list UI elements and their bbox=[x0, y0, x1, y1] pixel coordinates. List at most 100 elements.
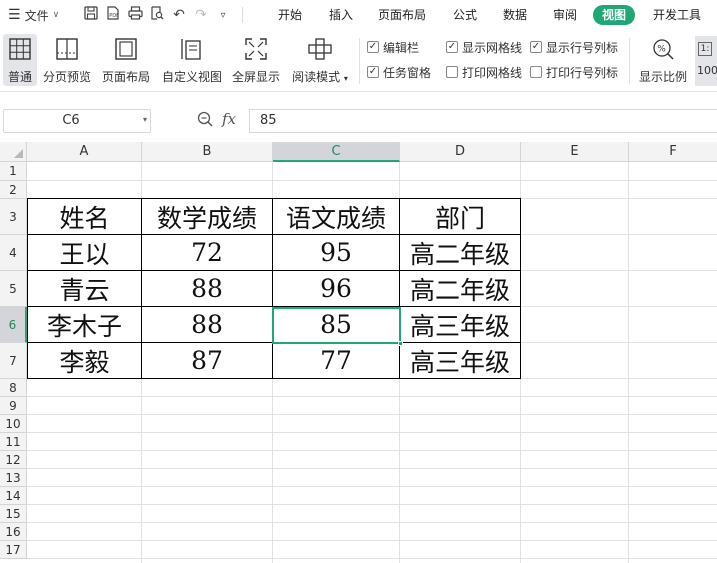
row-header-selected[interactable]: 6 bbox=[0, 307, 27, 343]
gridline bbox=[27, 180, 717, 181]
gridline bbox=[27, 468, 717, 469]
hamburger-icon: ☰ bbox=[8, 7, 21, 23]
row-header[interactable]: 5 bbox=[0, 271, 27, 307]
gridline bbox=[27, 414, 717, 415]
show-headings-checkbox[interactable]: ✓ 显示行号列标 bbox=[530, 39, 618, 55]
row-header[interactable]: 9 bbox=[0, 397, 27, 415]
row-header[interactable]: 4 bbox=[0, 235, 27, 271]
chevron-down-icon[interactable]: ▾ bbox=[143, 115, 147, 124]
export-pdf-icon[interactable]: PDF bbox=[102, 6, 124, 24]
table-cell[interactable]: 高三年级 bbox=[400, 307, 521, 343]
row-header[interactable]: 7 bbox=[0, 343, 27, 379]
column-header[interactable]: D bbox=[400, 142, 521, 162]
row-header[interactable]: 10 bbox=[0, 415, 27, 433]
tab-data[interactable]: 数据 bbox=[503, 6, 527, 24]
tab-start[interactable]: 开始 bbox=[278, 6, 302, 24]
zoom-ratio-button[interactable]: % 显示比例 bbox=[637, 34, 689, 86]
fullscreen-button[interactable]: 全屏显示 bbox=[231, 34, 281, 86]
divider bbox=[242, 7, 243, 23]
print-gridlines-checkbox[interactable]: 打印网格线 bbox=[446, 64, 522, 80]
table-cell[interactable]: 87 bbox=[142, 343, 273, 379]
table-header-cell[interactable]: 语文成绩 bbox=[273, 198, 400, 235]
name-box[interactable]: C6 ▾ bbox=[3, 109, 151, 133]
column-header-selected[interactable]: C bbox=[273, 142, 400, 162]
tab-formulas[interactable]: 公式 bbox=[453, 6, 477, 24]
tab-view[interactable]: 视图 bbox=[593, 5, 636, 25]
select-all-corner[interactable] bbox=[0, 142, 27, 162]
column-header[interactable]: B bbox=[142, 142, 273, 162]
table-header-cell[interactable]: 数学成绩 bbox=[142, 198, 273, 235]
table-cell[interactable]: 72 bbox=[142, 235, 273, 271]
zoom-icon[interactable] bbox=[197, 111, 213, 131]
file-menu[interactable]: ☰ 文件 ∨ bbox=[0, 0, 80, 30]
table-cell[interactable]: 高二年级 bbox=[400, 271, 521, 307]
save-icon[interactable] bbox=[80, 6, 102, 24]
table-cell[interactable]: 77 bbox=[273, 343, 400, 379]
row-header[interactable]: 14 bbox=[0, 487, 27, 505]
page-break-preview-button[interactable]: 分页预览 bbox=[42, 34, 92, 86]
task-pane-checkbox[interactable]: ✓ 任务窗格 bbox=[367, 64, 431, 80]
row-header[interactable]: 17 bbox=[0, 541, 27, 559]
print-preview-icon[interactable] bbox=[146, 6, 168, 24]
normal-view-button[interactable]: 普通 bbox=[3, 34, 37, 86]
checkbox-unchecked-icon bbox=[530, 66, 542, 78]
row-header[interactable]: 8 bbox=[0, 379, 27, 397]
gridline bbox=[27, 522, 717, 523]
table-cell[interactable]: 王以 bbox=[27, 235, 142, 271]
print-headings-checkbox[interactable]: 打印行号列标 bbox=[530, 64, 618, 80]
tab-review[interactable]: 审阅 bbox=[553, 6, 577, 24]
column-header[interactable]: E bbox=[521, 142, 629, 162]
print-icon[interactable] bbox=[124, 6, 146, 24]
table-cell[interactable]: 96 bbox=[273, 271, 400, 307]
show-gridlines-checkbox[interactable]: ✓ 显示网格线 bbox=[446, 39, 522, 55]
page-layout-button[interactable]: 页面布局 bbox=[100, 34, 152, 86]
table-cell[interactable]: 高二年级 bbox=[400, 235, 521, 271]
page-layout-label: 页面布局 bbox=[101, 70, 150, 84]
reading-mode-icon bbox=[307, 36, 333, 62]
row-header[interactable]: 3 bbox=[0, 199, 27, 235]
tab-developer-tools[interactable]: 开发工具 bbox=[653, 6, 701, 24]
table-cell[interactable]: 李毅 bbox=[27, 343, 142, 379]
row-header[interactable]: 12 bbox=[0, 451, 27, 469]
insert-function-icon[interactable]: fx bbox=[222, 110, 236, 128]
zoom-percent-icon: % bbox=[650, 36, 676, 62]
checkbox-checked-icon: ✓ bbox=[367, 66, 379, 78]
gridline bbox=[27, 558, 717, 559]
table-cell[interactable]: 88 bbox=[142, 307, 273, 343]
custom-view-button[interactable]: 自定义视图 bbox=[160, 34, 224, 86]
zoom-ratio-label: 显示比例 bbox=[638, 70, 687, 84]
customize-quick-access-icon[interactable]: ▿ bbox=[212, 10, 234, 21]
table-cell[interactable]: 高三年级 bbox=[400, 343, 521, 379]
row-header[interactable]: 11 bbox=[0, 433, 27, 451]
table-header-cell[interactable]: 姓名 bbox=[27, 198, 142, 235]
quick-access-toolbar: PDF ↶ ↷ ▿ bbox=[80, 0, 234, 30]
custom-view-label: 自定义视图 bbox=[161, 70, 222, 84]
fullscreen-label: 全屏显示 bbox=[231, 70, 280, 84]
row-header[interactable]: 15 bbox=[0, 505, 27, 523]
table-cell[interactable]: 95 bbox=[273, 235, 400, 271]
reading-mode-button[interactable]: 阅读模式 ▾ bbox=[290, 34, 350, 86]
zoom-100-button[interactable]: 1: 100 bbox=[695, 36, 717, 86]
column-header[interactable]: A bbox=[27, 142, 142, 162]
table-cell[interactable]: 88 bbox=[142, 271, 273, 307]
row-header[interactable]: 2 bbox=[0, 181, 27, 199]
row-header[interactable]: 13 bbox=[0, 469, 27, 487]
tab-insert[interactable]: 插入 bbox=[329, 6, 353, 24]
table-header-cell[interactable]: 部门 bbox=[400, 198, 521, 235]
tab-page-layout[interactable]: 页面布局 bbox=[378, 6, 426, 24]
normal-view-label: 普通 bbox=[7, 70, 32, 84]
page-break-preview-icon bbox=[54, 36, 80, 62]
table-cell-active[interactable]: 85 bbox=[273, 307, 400, 343]
formula-input[interactable]: 85 bbox=[249, 109, 717, 133]
undo-icon[interactable]: ↶ bbox=[168, 7, 190, 23]
row-header[interactable]: 16 bbox=[0, 523, 27, 541]
column-header[interactable]: F bbox=[629, 142, 717, 162]
formula-bar-checkbox[interactable]: ✓ 编辑栏 bbox=[367, 39, 419, 55]
row-header[interactable]: 1 bbox=[0, 162, 27, 181]
redo-icon[interactable]: ↷ bbox=[190, 7, 212, 23]
gridline bbox=[27, 432, 717, 433]
table-cell[interactable]: 青云 bbox=[27, 271, 142, 307]
gridline bbox=[27, 450, 717, 451]
fullscreen-icon bbox=[243, 36, 269, 62]
table-cell[interactable]: 李木子 bbox=[27, 307, 142, 343]
